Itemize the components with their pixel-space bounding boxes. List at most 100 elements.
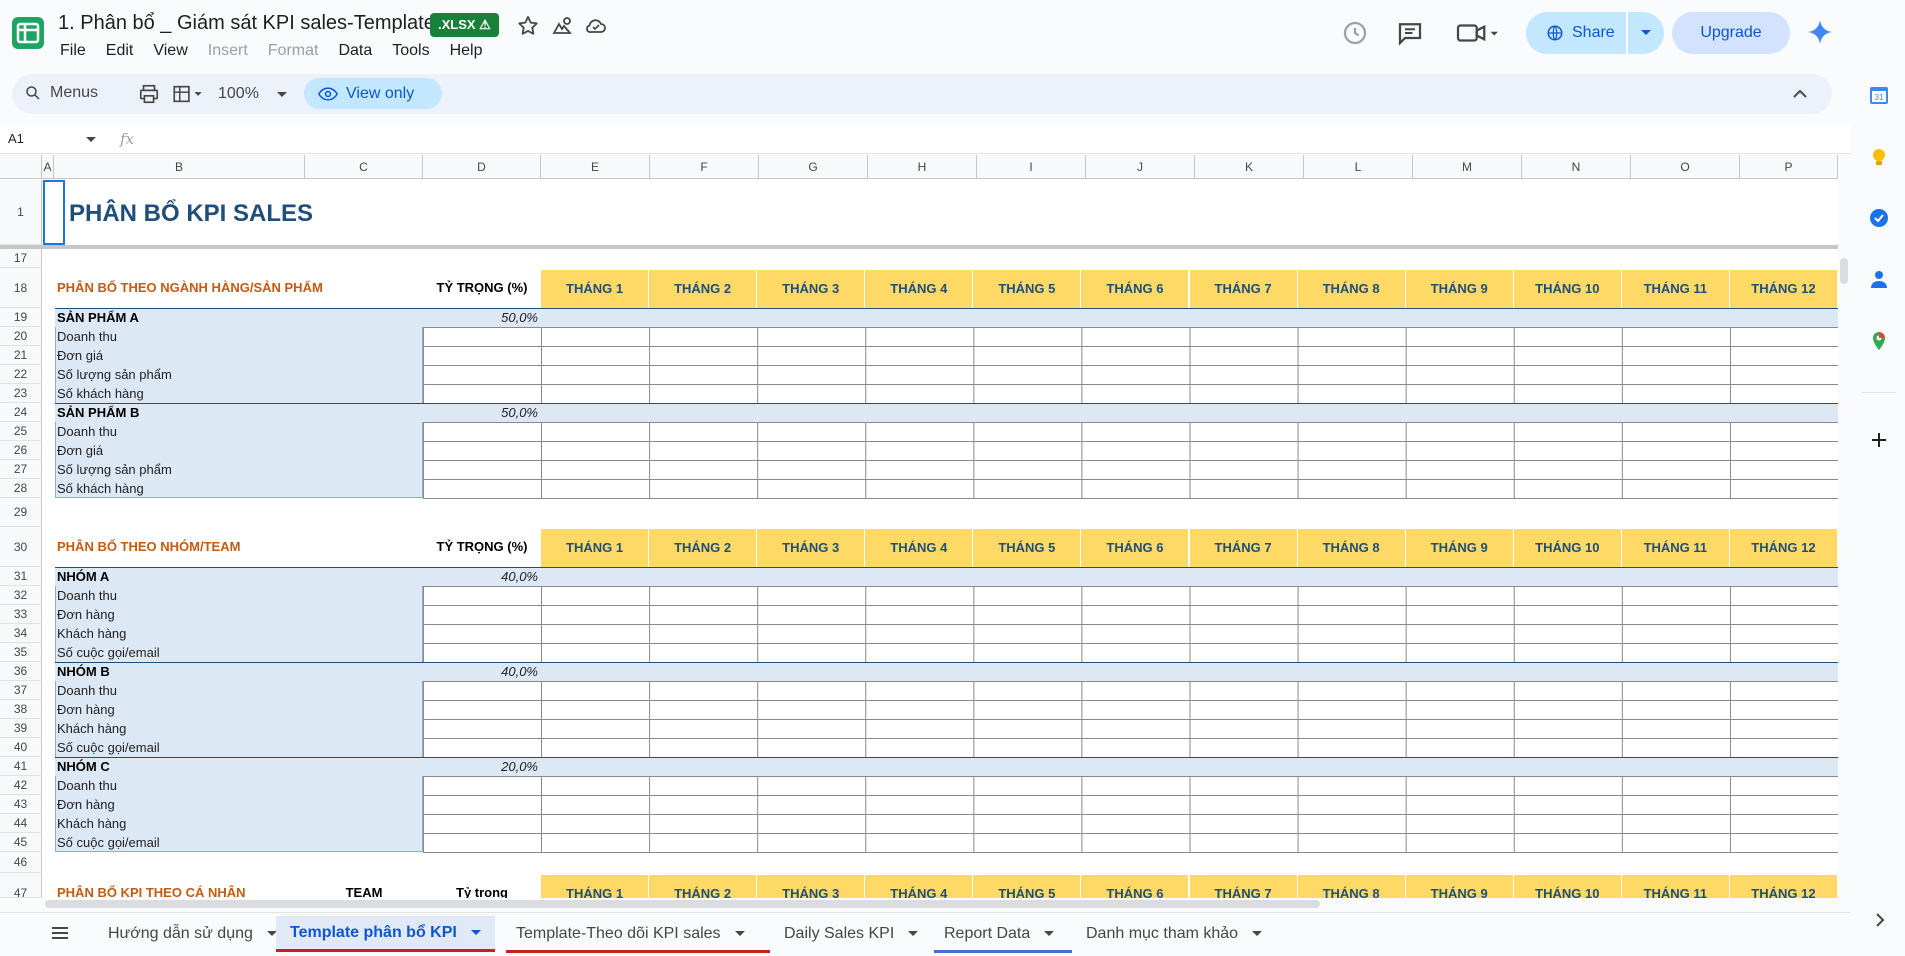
team-item-label[interactable]: Doanh thu xyxy=(57,681,117,700)
select-all-corner[interactable] xyxy=(0,155,42,179)
product-month-header[interactable]: THÁNG 6 xyxy=(1081,270,1190,308)
individual-month-header[interactable]: THÁNG 10 xyxy=(1513,875,1622,898)
sheets-logo-icon[interactable] xyxy=(10,15,46,51)
team-month-header[interactable]: THÁNG 4 xyxy=(865,529,974,567)
column-header-l[interactable]: L xyxy=(1304,155,1413,179)
team-item-label[interactable]: Đơn hàng xyxy=(57,605,115,624)
row-header-18[interactable]: 18 xyxy=(0,268,42,308)
meet-call-icon[interactable] xyxy=(1455,18,1501,48)
column-header-b[interactable]: B xyxy=(54,155,305,179)
team-item-label[interactable]: Khách hàng xyxy=(57,719,126,738)
product-item-label[interactable]: Doanh thu xyxy=(57,327,117,346)
column-header-g[interactable]: G xyxy=(759,155,868,179)
team-item-label[interactable]: Số cuộc gọi/email xyxy=(57,833,160,852)
row-header-31[interactable]: 31 xyxy=(0,567,42,586)
chevron-down-icon[interactable] xyxy=(86,136,96,144)
row-header-45[interactable]: 45 xyxy=(0,833,42,852)
star-icon[interactable] xyxy=(516,14,540,38)
team-item-label[interactable]: Doanh thu xyxy=(57,776,117,795)
row-header-26[interactable]: 26 xyxy=(0,441,42,460)
row-header-44[interactable]: 44 xyxy=(0,814,42,833)
product-group-ratio[interactable]: 50,0% xyxy=(423,403,538,422)
row-header-20[interactable]: 20 xyxy=(0,327,42,346)
product-month-header[interactable]: THÁNG 7 xyxy=(1189,270,1298,308)
contacts-icon[interactable] xyxy=(1868,268,1890,290)
sheet-tab[interactable]: Hướng dẫn sử dụng xyxy=(108,916,277,952)
product-month-header[interactable]: THÁNG 2 xyxy=(649,270,758,308)
row-header-36[interactable]: 36 xyxy=(0,662,42,681)
column-header-a[interactable]: A xyxy=(42,155,54,179)
calendar-icon[interactable]: 31 xyxy=(1868,84,1890,106)
print-icon[interactable] xyxy=(138,83,160,105)
row-header-30[interactable]: 30 xyxy=(0,527,42,567)
gemini-icon[interactable] xyxy=(1806,18,1834,46)
sheet-title[interactable]: PHÂN BỔ KPI SALES xyxy=(69,200,313,228)
all-sheets-menu-icon[interactable] xyxy=(50,924,70,942)
product-month-header[interactable]: THÁNG 3 xyxy=(757,270,866,308)
document-title[interactable]: 1. Phân bổ _ Giám sát KPI sales-Template xyxy=(58,12,435,35)
team-month-header[interactable]: THÁNG 10 xyxy=(1513,529,1622,567)
sheet-tab[interactable]: Template phân bổ KPI xyxy=(276,916,495,952)
product-item-label[interactable]: Số lượng sản phẩm xyxy=(57,460,172,479)
product-month-header[interactable]: THÁNG 1 xyxy=(541,270,650,308)
keep-icon[interactable] xyxy=(1868,146,1890,168)
team-item-label[interactable]: Đơn hàng xyxy=(57,700,115,719)
section-title-team[interactable]: PHÂN BỔ THEO NHÓM/TEAM xyxy=(57,527,240,567)
product-item-label[interactable]: Số khách hàng xyxy=(57,479,144,498)
product-month-header[interactable]: THÁNG 5 xyxy=(973,270,1082,308)
chevron-down-icon[interactable] xyxy=(908,931,919,937)
ratio-header[interactable]: Tỷ trọng xyxy=(423,873,541,898)
individual-month-header[interactable]: THÁNG 9 xyxy=(1405,875,1514,898)
product-month-header[interactable]: THÁNG 9 xyxy=(1405,270,1514,308)
row-header-21[interactable]: 21 xyxy=(0,346,42,365)
individual-month-header[interactable]: THÁNG 7 xyxy=(1189,875,1298,898)
zoom-select[interactable]: 100% xyxy=(218,85,288,103)
team-month-header[interactable]: THÁNG 12 xyxy=(1729,529,1838,567)
team-group-ratio[interactable]: 20,0% xyxy=(423,757,538,776)
menu-tools[interactable]: Tools xyxy=(392,42,439,60)
maps-icon[interactable] xyxy=(1868,330,1890,352)
row-header-27[interactable]: 27 xyxy=(0,460,42,479)
row-header-1[interactable]: 1 xyxy=(0,180,42,245)
menu-data[interactable]: Data xyxy=(338,42,382,60)
row-header-32[interactable]: 32 xyxy=(0,586,42,605)
sheet-tab[interactable]: Danh mục tham khảo xyxy=(1086,916,1263,952)
cloud-status-icon[interactable] xyxy=(584,14,608,38)
menu-help[interactable]: Help xyxy=(450,42,493,60)
search-menus-button[interactable]: Menus xyxy=(24,84,98,102)
team-group-name[interactable]: NHÓM B xyxy=(57,662,110,681)
sheet-tab[interactable]: Report Data xyxy=(944,916,1055,952)
chevron-down-icon[interactable] xyxy=(734,931,745,937)
xlsx-format-badge[interactable]: .XLSX ⚠ xyxy=(430,13,499,37)
product-item-label[interactable]: Số lượng sản phẩm xyxy=(57,365,172,384)
product-item-label[interactable]: Doanh thu xyxy=(57,422,117,441)
product-group-ratio[interactable]: 50,0% xyxy=(423,308,538,327)
product-month-header[interactable]: THÁNG 12 xyxy=(1729,270,1838,308)
column-header-m[interactable]: M xyxy=(1413,155,1522,179)
individual-month-header[interactable]: THÁNG 4 xyxy=(865,875,974,898)
team-group-name[interactable]: NHÓM A xyxy=(57,567,109,586)
individual-month-header[interactable]: THÁNG 2 xyxy=(649,875,758,898)
menu-edit[interactable]: Edit xyxy=(106,42,144,60)
share-dropdown-button[interactable] xyxy=(1628,12,1664,54)
column-header-p[interactable]: P xyxy=(1740,155,1838,179)
team-month-header[interactable]: THÁNG 8 xyxy=(1297,529,1406,567)
section-title-individual[interactable]: PHÂN BỔ KPI THEO CÁ NHÂN xyxy=(57,873,246,898)
ratio-header[interactable]: TỶ TRỌNG (%) xyxy=(423,527,541,567)
product-group-name[interactable]: SẢN PHẨM B xyxy=(57,403,139,422)
row-header-33[interactable]: 33 xyxy=(0,605,42,624)
column-header-d[interactable]: D xyxy=(423,155,541,179)
individual-month-header[interactable]: THÁNG 6 xyxy=(1081,875,1190,898)
team-month-header[interactable]: THÁNG 3 xyxy=(757,529,866,567)
row-header-28[interactable]: 28 xyxy=(0,479,42,498)
row-header-25[interactable]: 25 xyxy=(0,422,42,441)
team-item-label[interactable]: Khách hàng xyxy=(57,814,126,833)
row-header-22[interactable]: 22 xyxy=(0,365,42,384)
version-history-icon[interactable] xyxy=(1340,18,1370,48)
individual-month-header[interactable]: THÁNG 5 xyxy=(973,875,1082,898)
team-month-header[interactable]: THÁNG 5 xyxy=(973,529,1082,567)
menu-view[interactable]: View xyxy=(153,42,197,60)
individual-month-header[interactable]: THÁNG 1 xyxy=(541,875,650,898)
column-header-j[interactable]: J xyxy=(1086,155,1195,179)
product-month-header[interactable]: THÁNG 8 xyxy=(1297,270,1406,308)
